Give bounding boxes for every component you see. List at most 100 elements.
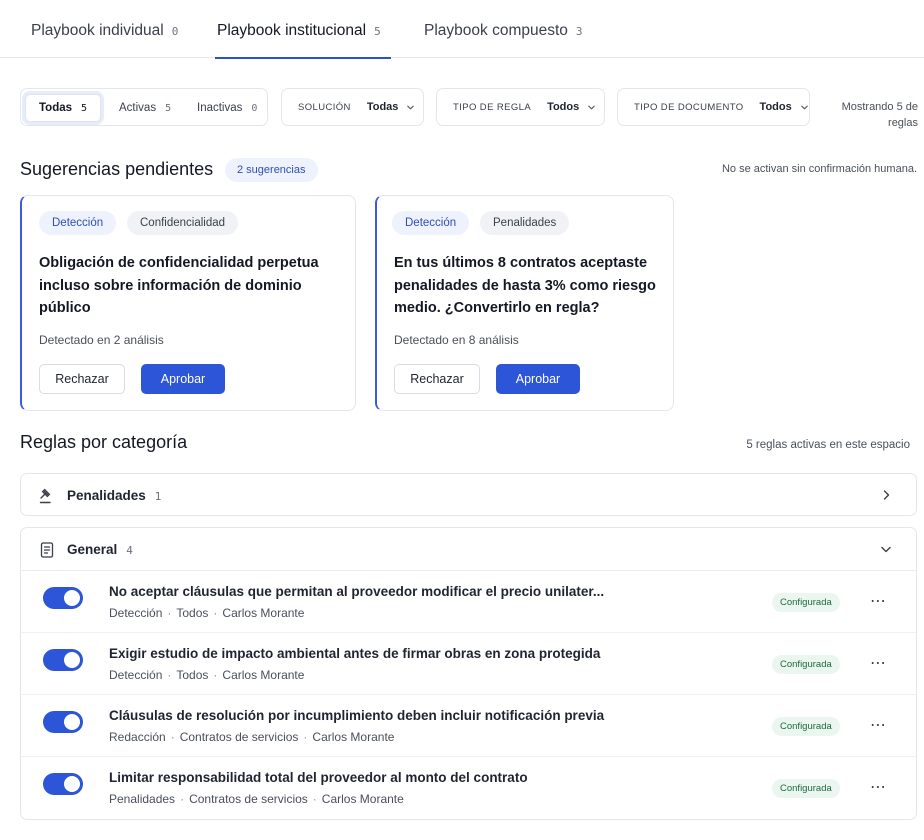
filter-value: Todos [547, 101, 580, 113]
rule-title: No aceptar cláusulas que permitan al pro… [109, 584, 605, 599]
tab-label: Playbook institucional [217, 22, 367, 39]
tab-playbook-institucional[interactable]: Playbook institucional 5 [215, 22, 391, 59]
filter-label: TIPO DE REGLA [453, 101, 532, 113]
status-filter-count: 5 [81, 102, 88, 114]
suggestions-count-badge: 2 sugerencias [225, 158, 318, 182]
tab-count: 5 [374, 25, 381, 38]
filter-value: Todas [366, 101, 399, 113]
suggestion-tag-type: Detección [392, 211, 470, 235]
tab-playbook-individual[interactable]: Playbook individual 0 [31, 22, 178, 58]
rule-enabled-toggle[interactable] [43, 649, 83, 671]
reject-button[interactable]: Rechazar [39, 364, 125, 394]
suggestion-card: Detección Penalidades En tus últimos 8 c… [375, 195, 674, 411]
rule-row: Cláusulas de resolución por incumplimien… [21, 695, 916, 757]
category-count: 4 [126, 544, 133, 557]
suggestions-note: No se activan sin confirmación humana. [721, 163, 917, 175]
toggle-knob [64, 590, 80, 606]
status-filter-label: Todas [39, 102, 73, 114]
category-name: Penalidades [67, 488, 146, 503]
chevron-down-icon [588, 105, 596, 109]
category-header[interactable]: Penalidades 1 [21, 474, 916, 517]
results-count-text: Mostrando 5 de reglas [841, 101, 918, 129]
toggle-knob [64, 714, 80, 730]
gavel-icon [39, 488, 51, 504]
rule-title: Limitar responsabilidad total del provee… [109, 770, 528, 785]
playbook-tabs: Playbook individual 0 Playbook institucio… [0, 0, 924, 59]
rule-title: Exigir estudio de impacto ambiental ante… [109, 646, 601, 661]
solution-filter-dropdown[interactable]: SOLUCIÓN Todas [281, 88, 424, 126]
rules-heading: Reglas por categoría [20, 432, 188, 452]
category-general: General 4 No aceptar cláusulas que permit… [20, 527, 917, 820]
rule-title: Cláusulas de resolución por incumplimien… [109, 708, 605, 723]
rule-meta-document: Todos [176, 668, 209, 682]
status-filter-label: Activas [119, 102, 157, 114]
suggestion-meta: Detectado en 8 análisis [394, 333, 519, 347]
rule-row: Exigir estudio de impacto ambiental ante… [21, 633, 916, 695]
chevron-down-icon [800, 105, 808, 109]
reject-button[interactable]: Rechazar [394, 364, 480, 394]
rule-meta: Detección · Todos · Carlos Morante [109, 606, 305, 620]
suggestion-tag-category: Confidencialidad [127, 211, 239, 235]
suggestion-tag-category: Penalidades [480, 211, 570, 235]
more-options-icon[interactable]: ⋯ [870, 717, 886, 735]
chevron-down-icon [881, 546, 891, 553]
tab-count: 0 [171, 25, 179, 38]
rule-meta-type: Detección [109, 668, 163, 682]
chevron-right-icon [883, 490, 890, 500]
rule-status-badge: Configurada [772, 593, 840, 612]
rule-meta-type: Detección [109, 606, 163, 620]
status-filter-inactive[interactable]: Inactivas 0 [189, 94, 265, 122]
suggestion-card: Detección Confidencialidad Obligación de… [20, 195, 356, 411]
rule-enabled-toggle[interactable] [43, 773, 83, 795]
rule-meta: Penalidades · Contratos de servicios · Carlo… [109, 792, 404, 806]
tab-label: Playbook individual [31, 22, 164, 39]
rule-status-badge: Configurada [772, 779, 840, 798]
status-filter-all[interactable]: Todas 5 [25, 94, 102, 122]
rule-status-badge: Configurada [772, 655, 840, 674]
status-filter-group: Todas 5 Activas 5 Inactivas 0 [20, 88, 268, 126]
document-icon [40, 542, 54, 558]
suggestion-meta: Detectado en 2 análisis [39, 333, 164, 347]
more-options-icon[interactable]: ⋯ [870, 779, 886, 797]
status-filter-label: Inactivas [197, 102, 243, 114]
status-filter-count: 5 [165, 102, 172, 114]
tab-count: 3 [575, 25, 583, 38]
rule-meta-author: Carlos Morante [312, 730, 395, 744]
document-type-filter-dropdown[interactable]: TIPO DE DOCUMENTO Todos [617, 88, 810, 126]
suggestion-text: Obligación de confidencialidad perpetua … [39, 255, 319, 316]
tab-playbook-compuesto[interactable]: Playbook compuesto 3 [424, 22, 583, 58]
chevron-down-icon [407, 105, 415, 109]
approve-button[interactable]: Aprobar [496, 364, 580, 394]
rule-meta-type: Redacción [109, 730, 166, 744]
suggestion-tag-type: Detección [39, 211, 117, 235]
rule-enabled-toggle[interactable] [43, 587, 83, 609]
rule-meta-document: Todos [176, 606, 209, 620]
rule-meta-author: Carlos Morante [222, 668, 305, 682]
more-options-icon[interactable]: ⋯ [870, 655, 886, 673]
category-name: General [67, 542, 118, 557]
rule-meta-document: Contratos de servicios [189, 792, 308, 806]
tab-label: Playbook compuesto [424, 22, 568, 39]
rule-meta-author: Carlos Morante [222, 606, 305, 620]
rule-row: Limitar responsabilidad total del provee… [21, 757, 916, 819]
rule-meta-type: Penalidades [109, 792, 176, 806]
filter-label: SOLUCIÓN [298, 101, 351, 113]
more-options-icon[interactable]: ⋯ [870, 593, 886, 611]
filter-label: TIPO DE DOCUMENTO [634, 101, 744, 113]
category-count: 1 [154, 490, 162, 503]
rule-meta-author: Carlos Morante [321, 792, 404, 806]
rule-meta: Detección · Todos · Carlos Morante [109, 668, 305, 682]
status-filter-count: 0 [251, 102, 258, 114]
suggestion-text: En tus últimos 8 contratos aceptaste pen… [394, 255, 656, 316]
toggle-knob [64, 776, 80, 792]
suggestions-heading: Sugerencias pendientes [20, 159, 214, 179]
category-header[interactable]: General 4 [21, 528, 916, 571]
rule-enabled-toggle[interactable] [43, 711, 83, 733]
category-penalidades: Penalidades 1 [20, 473, 917, 516]
status-filter-active[interactable]: Activas 5 [111, 94, 179, 122]
rule-type-filter-dropdown[interactable]: TIPO DE REGLA Todos [436, 88, 605, 126]
rule-meta: Redacción · Contratos de servicios · Carlos … [109, 730, 395, 744]
rules-count-note: 5 reglas activas en este espacio [746, 439, 910, 451]
rule-status-badge: Configurada [772, 717, 840, 736]
approve-button[interactable]: Aprobar [141, 364, 225, 394]
